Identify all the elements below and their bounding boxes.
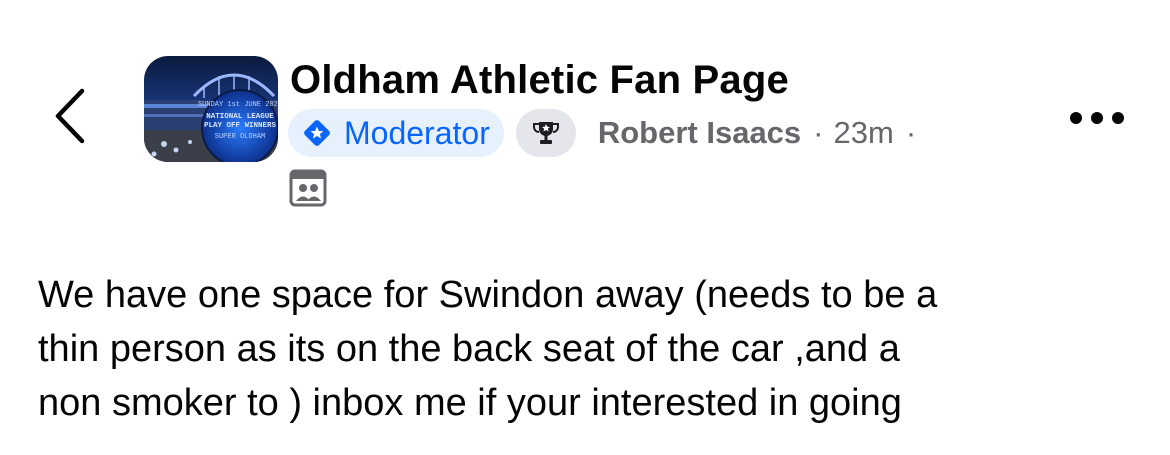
meta-separator: · (813, 115, 824, 150)
group-avatar[interactable]: SUNDAY 1st JUNE 2025 NATIONAL LEAGUE PLA… (144, 56, 278, 162)
meta-separator-trailing: · (905, 115, 917, 150)
trophy-icon (532, 122, 559, 144)
chevron-left-icon (55, 88, 85, 144)
moderator-shield-icon (304, 120, 330, 146)
avatar-banner-line3: PLAY OFF WINNERS (204, 122, 277, 130)
avatar-banner-line2: NATIONAL LEAGUE (206, 113, 274, 121)
back-button[interactable] (44, 84, 96, 148)
top-contributor-badge[interactable] (515, 109, 576, 157)
post-text: We have one space for Swindon away (need… (38, 274, 938, 424)
moderator-label: Moderator (344, 114, 490, 151)
post-meta-row: Moderator Robert Isaacs · 23m · (288, 108, 916, 158)
avatar-banner-line4: SUPER OLDHAM (215, 133, 265, 141)
more-horizontal-icon (1070, 112, 1124, 124)
group-name-link[interactable]: Oldham Athletic Fan Page (290, 56, 789, 104)
more-options-button[interactable] (1062, 100, 1132, 136)
post-timestamp[interactable]: 23m (834, 115, 894, 151)
audience-button[interactable] (288, 168, 328, 208)
group-audience-icon (289, 169, 327, 207)
moderator-badge[interactable]: Moderator (288, 109, 504, 157)
avatar-banner-line1: SUNDAY 1st JUNE 2025 (198, 101, 278, 109)
post-detail-page: SUNDAY 1st JUNE 2025 NATIONAL LEAGUE PLA… (0, 0, 1170, 455)
author-name-link[interactable]: Robert Isaacs (598, 115, 801, 151)
